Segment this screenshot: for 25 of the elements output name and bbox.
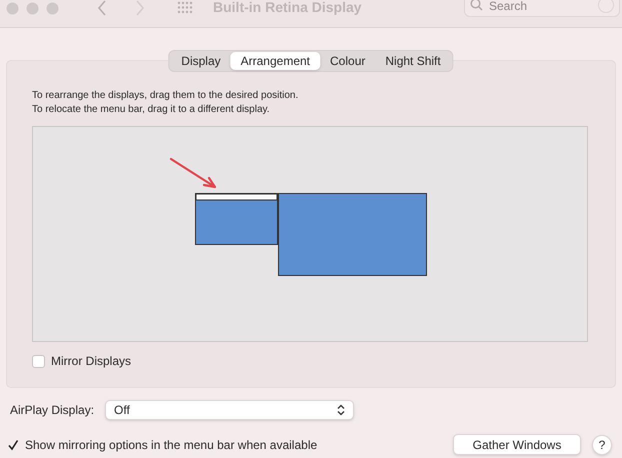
tab[interactable]: Display	[171, 52, 231, 70]
tab[interactable]: Arrangement	[230, 52, 320, 70]
back-icon[interactable]	[97, 0, 107, 16]
checkbox-label: Mirror Displays	[51, 353, 132, 370]
chevron-updown-icon	[337, 404, 346, 416]
menu-bar-strip[interactable]	[196, 194, 278, 200]
display-thumbnail[interactable]	[278, 193, 427, 276]
help-button[interactable]: ?	[592, 434, 612, 454]
tab[interactable]: Colour	[320, 52, 376, 70]
field-label: AirPlay Display:	[10, 402, 94, 419]
tab[interactable]: Night Shift	[375, 52, 451, 70]
checkbox-label: Show mirroring options in the menu bar when available	[25, 436, 318, 454]
forward-icon[interactable]	[135, 0, 145, 16]
gather-windows-button[interactable]: Gather Windows	[453, 434, 581, 455]
instruction-text: To rearrange the displays, drag them to the desired position.	[32, 89, 300, 103]
search-icon	[470, 0, 483, 11]
search-field[interactable]: Search	[464, 0, 620, 17]
airplay-dropdown[interactable]: Off	[105, 400, 354, 420]
instruction-text: To relocate the menu bar, drag it to a different display.	[32, 103, 271, 116]
grid-icon[interactable]	[177, 1, 193, 14]
zoom-icon[interactable]	[46, 2, 59, 15]
close-icon[interactable]	[6, 2, 19, 15]
checkbox[interactable]	[6, 438, 19, 451]
minimize-icon[interactable]	[26, 2, 39, 15]
arrow-annotation	[170, 158, 216, 188]
